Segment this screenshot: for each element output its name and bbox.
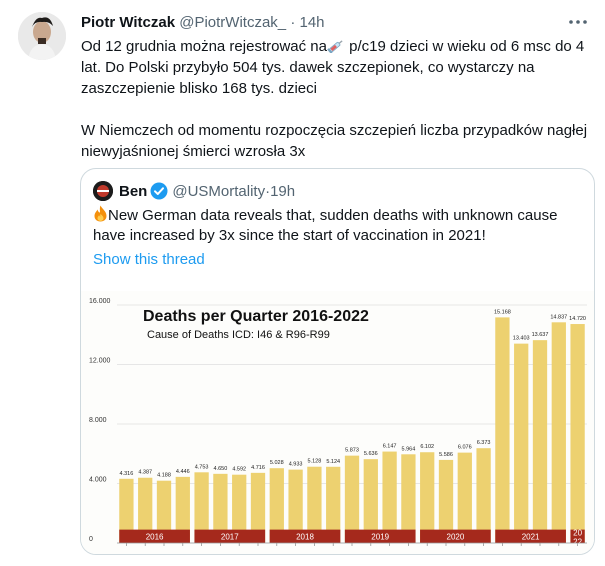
y-tick-label: 4.000 <box>89 477 107 484</box>
chart-bar <box>476 448 491 543</box>
author-handle[interactable]: @PiotrWitczak_ <box>179 14 286 31</box>
data-label: 5.964 <box>402 446 416 452</box>
bar-chart: 0 4.000 8.000 12.000 16.000 Deaths per Quarte… <box>89 298 587 547</box>
chart-bar <box>495 317 510 543</box>
chart-subtitle: Cause of Deaths ICD: I46 & R96-R99 <box>147 329 330 341</box>
quoted-time[interactable]: 19h <box>270 183 295 200</box>
data-label: 15.168 <box>494 309 511 315</box>
data-label: 6.102 <box>420 444 434 450</box>
chart-image[interactable]: 0 4.000 8.000 12.000 16.000 Deaths per Quarte… <box>81 291 594 554</box>
year-label: 2017 <box>221 532 239 541</box>
data-label: 4.650 <box>214 466 228 472</box>
separator-dot: · <box>290 14 296 31</box>
year-label: 2018 <box>296 532 314 541</box>
data-label: 14.837 <box>550 314 567 320</box>
syringe-icon <box>327 38 345 55</box>
show-thread-link[interactable]: Show this thread <box>93 251 205 268</box>
tweet-header: Piotr Witczak @PiotrWitczak_ · 14h <box>81 14 325 31</box>
data-label: 4.316 <box>120 471 134 477</box>
data-label: 5.636 <box>364 451 378 457</box>
y-tick-label: 8.000 <box>89 417 107 424</box>
year-label-line: 22 <box>573 538 582 547</box>
data-label: 4.387 <box>138 470 152 476</box>
data-label: 4.592 <box>232 467 246 473</box>
data-label: 4.188 <box>157 473 171 479</box>
quoted-text-body: New German data reveals that, sudden dea… <box>93 207 558 244</box>
data-label: 4.933 <box>289 462 303 468</box>
quoted-author-name[interactable]: Ben <box>119 183 147 200</box>
y-tick-label: 16.000 <box>89 298 111 305</box>
chart-title: Deaths per Quarter 2016-2022 <box>143 308 369 325</box>
y-tick-label: 0 <box>89 536 93 543</box>
year-label: 2019 <box>371 532 389 541</box>
quoted-tweet-header: Ben @USMortality · 19h <box>93 181 295 201</box>
tweet-text-part-1: Od 12 grudnia można rejestrować na <box>81 38 327 55</box>
year-label: 20 22 <box>573 529 582 547</box>
chart-bar <box>420 452 435 543</box>
tweet-text: Od 12 grudnia można rejestrować na p/c19… <box>81 36 591 162</box>
quoted-author-handle[interactable]: @USMortality <box>172 183 265 200</box>
quoted-tweet-text: New German data reveals that, sudden dea… <box>93 205 563 246</box>
data-label: 5.028 <box>270 460 284 466</box>
data-label: 13.637 <box>532 332 549 338</box>
tweet-paragraph-1: Od 12 grudnia można rejestrować na p/c19… <box>81 36 591 99</box>
data-label: 4.446 <box>176 469 190 475</box>
tweet-paragraph-2: W Niemczech od momentu rozpoczęcia szcze… <box>81 122 588 160</box>
data-label: 4.753 <box>195 464 209 470</box>
data-label: 5.873 <box>345 448 359 454</box>
avatar[interactable] <box>18 12 66 60</box>
chart-bar <box>551 322 566 543</box>
data-label: 6.076 <box>458 445 472 451</box>
tweet-time[interactable]: 14h <box>300 14 325 31</box>
data-label: 5.124 <box>326 459 340 465</box>
data-label: 5.586 <box>439 452 453 458</box>
data-label: 5.128 <box>308 459 322 465</box>
data-label: 14.720 <box>569 316 586 322</box>
quoted-tweet[interactable]: Ben @USMortality · 19h New German data r… <box>80 168 595 555</box>
year-label-line: 20 <box>573 529 582 538</box>
year-label: 2021 <box>522 532 540 541</box>
verified-badge-icon <box>150 182 168 200</box>
fire-icon <box>93 205 108 222</box>
chart-bar <box>457 452 472 543</box>
year-label: 2016 <box>146 532 164 541</box>
data-label: 4.716 <box>251 465 265 471</box>
chart-bar <box>532 340 548 543</box>
author-name[interactable]: Piotr Witczak <box>81 14 175 31</box>
quoted-avatar[interactable] <box>93 181 113 201</box>
data-label: 6.373 <box>477 440 491 446</box>
avatar-image <box>18 12 66 60</box>
chart-bar <box>514 343 529 543</box>
chart-bar <box>570 324 585 543</box>
more-icon[interactable] <box>566 12 590 32</box>
year-label: 2020 <box>447 532 465 541</box>
chart-bar <box>382 451 397 543</box>
data-label: 6.147 <box>383 444 397 450</box>
data-label: 13.403 <box>513 336 530 342</box>
tweet: Piotr Witczak @PiotrWitczak_ · 14h Od 12… <box>0 0 605 566</box>
y-tick-label: 12.000 <box>89 358 111 365</box>
